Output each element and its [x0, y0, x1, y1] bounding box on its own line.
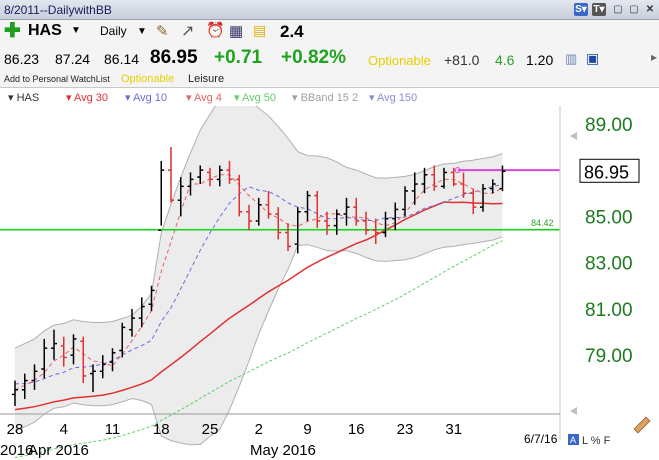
low-price: 86.14 [104, 51, 140, 67]
sector-tag: Leisure [188, 73, 225, 85]
alarm-clock-icon[interactable]: ⏰ [206, 21, 225, 39]
x-tick-label: 31 [445, 421, 462, 438]
legend-item[interactable]: ▾ Avg 30 [66, 91, 108, 104]
scroll-down-icon [570, 407, 577, 415]
legend-item[interactable]: ▾ Avg 4 [186, 91, 222, 104]
period-dropdown-icon[interactable]: ▼ [137, 26, 147, 37]
minimize-icon[interactable]: ▢ [611, 3, 625, 16]
open-price: 86.23 [4, 51, 40, 67]
calculator-icon[interactable]: ▦ [229, 22, 243, 40]
scroll-up-icon [570, 132, 577, 140]
x-tick-label: 4 [60, 421, 68, 438]
legend-item[interactable]: ▾ Avg 10 [125, 91, 167, 104]
x-tick-label: 18 [153, 421, 170, 438]
legend-item[interactable]: ▾ BBand 15 2 [292, 91, 358, 104]
last-price-label: 86.95 [584, 162, 629, 182]
optionable-label: Optionable [368, 53, 431, 68]
y-tick-label: 85.00 [585, 207, 633, 228]
database-icon[interactable]: ▥ [565, 51, 577, 67]
x-tick-label: 9 [303, 421, 311, 438]
legend-item[interactable]: ▾ Avg 50 [234, 91, 276, 104]
y-tick-label: 89.00 [585, 115, 633, 136]
symbol-label[interactable]: HAS [28, 22, 62, 40]
scale-options: L % F [582, 435, 611, 447]
x-tick-label: 28 [7, 421, 24, 438]
y-tick-label: 83.00 [585, 254, 633, 275]
tools-icon[interactable]: ✎ [156, 22, 169, 40]
save-icon[interactable]: ▣ [586, 50, 599, 67]
ratio-value: 2.4 [280, 22, 304, 41]
note-icon[interactable]: ▤ [253, 22, 266, 39]
legend-item[interactable]: ▾ HAS [8, 91, 39, 104]
change-percent: +0.82% [281, 47, 346, 68]
restore-icon[interactable]: ▢ [627, 3, 641, 16]
x-tick-label: 2 [255, 421, 263, 438]
window-title: 8/2011--DailywithBB [4, 3, 112, 17]
add-watchlist-link[interactable]: Add to Personal WatchList [4, 74, 110, 84]
opt-value: +81.0 [444, 52, 480, 68]
period-select[interactable]: Daily [100, 24, 127, 38]
quote-bar: 86.23 87.24 86.14 86.95 +0.71 +0.82% Opt… [0, 44, 659, 72]
change-value: +0.71 [214, 47, 263, 68]
x-tick-label: 11 [105, 421, 121, 438]
scroll-right-icon[interactable]: ▸ [651, 50, 657, 64]
watchlist-bar: Add to Personal WatchList Optionable Lei… [0, 72, 659, 88]
value-2: 4.6 [495, 52, 515, 68]
month-label: Apr 2016 [28, 442, 89, 459]
last-price: 86.95 [150, 47, 198, 68]
draw-icon[interactable]: ↗ [181, 21, 194, 41]
t-icon[interactable]: T▾ [592, 3, 606, 16]
optionable-tag: Optionable [121, 73, 175, 85]
symbol-dropdown-icon[interactable]: ▼ [71, 25, 81, 36]
toolbar: ✚ HAS ▼ Daily ▼ ✎ ↗ ⏰ ▦ ▤ 2.4 [0, 20, 659, 44]
value-3: 1.20 [526, 52, 554, 68]
chart-legend: ▾ HAS ▾ Avg 30 ▾ Avg 10 ▾ Avg 4 ▾ Avg 50 ▾ BB… [0, 88, 659, 106]
title-bar: 8/2011--DailywithBB S▾ T▾ ▢ ▢ ✕ [0, 0, 659, 20]
a-icon-label: A [570, 435, 576, 445]
s-icon[interactable]: S▾ [574, 3, 588, 16]
x-tick-label: 25 [202, 421, 219, 438]
add-symbol-icon[interactable]: ✚ [4, 21, 21, 41]
high-price: 87.24 [55, 51, 91, 67]
legend-item[interactable]: ▾ Avg 150 [369, 91, 417, 104]
close-icon[interactable]: ✕ [643, 3, 657, 16]
support-line-label: 84.42 [531, 218, 554, 228]
y-tick-label: 81.00 [585, 300, 633, 321]
month-label: May 2016 [250, 442, 316, 459]
date-stamp: 6/7/16 [524, 432, 558, 446]
x-tick-label: 16 [348, 421, 365, 438]
y-tick-label: 79.00 [585, 346, 633, 367]
pencil-icon [633, 416, 651, 434]
price-chart[interactable]: 84.4289.0087.0085.0083.0081.0079.0086.95… [0, 106, 659, 460]
x-tick-label: 23 [397, 421, 414, 438]
